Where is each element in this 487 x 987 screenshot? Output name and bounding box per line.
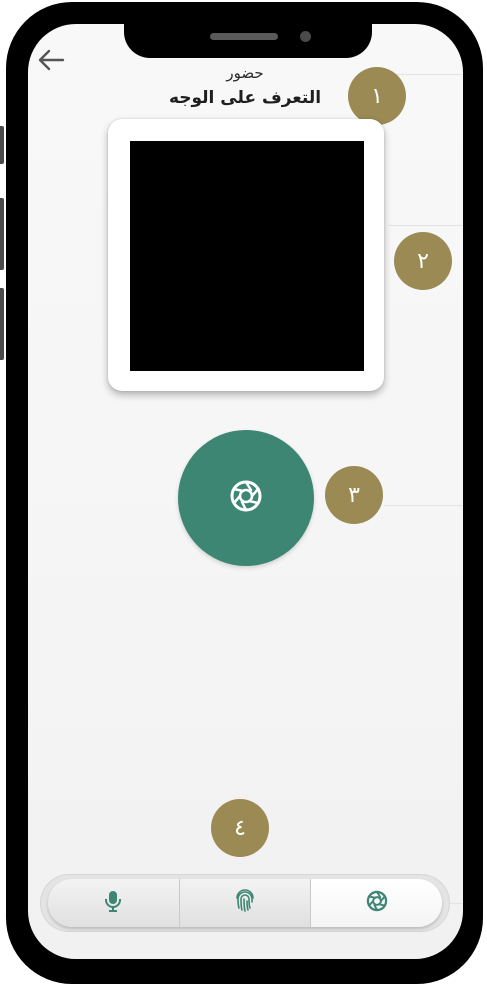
speaker-grille bbox=[210, 33, 278, 40]
method-tabs bbox=[48, 879, 442, 927]
tab-fingerprint[interactable] bbox=[179, 879, 312, 927]
guide-line bbox=[390, 74, 463, 75]
page-subtitle: حضور bbox=[226, 64, 264, 82]
method-tab-bar bbox=[40, 874, 450, 932]
step-badge-2: ٢ bbox=[394, 232, 452, 290]
camera-shutter-icon bbox=[229, 479, 263, 517]
page-title: التعرف على الوجه bbox=[168, 88, 322, 108]
fingerprint-icon bbox=[234, 889, 256, 917]
camera-preview-card bbox=[108, 119, 384, 391]
phone-notch bbox=[124, 22, 372, 58]
microphone-icon bbox=[104, 890, 122, 916]
front-camera bbox=[300, 31, 311, 42]
capture-button[interactable] bbox=[178, 430, 314, 566]
tab-face[interactable] bbox=[311, 879, 442, 927]
device-volume-up bbox=[0, 198, 4, 270]
camera-shutter-icon bbox=[366, 890, 388, 916]
step-badge-4: ٤ bbox=[211, 799, 269, 857]
guide-line bbox=[388, 225, 463, 226]
step-badge-1: ١ bbox=[348, 67, 406, 125]
guide-line bbox=[384, 505, 463, 506]
back-button[interactable] bbox=[36, 49, 66, 75]
tab-voice[interactable] bbox=[48, 879, 180, 927]
camera-preview bbox=[130, 141, 364, 371]
arrow-left-icon bbox=[37, 48, 65, 76]
step-badge-3: ٣ bbox=[325, 466, 383, 524]
guide-line bbox=[450, 903, 463, 904]
device-volume-down bbox=[0, 288, 4, 360]
device-side-button bbox=[0, 126, 4, 164]
